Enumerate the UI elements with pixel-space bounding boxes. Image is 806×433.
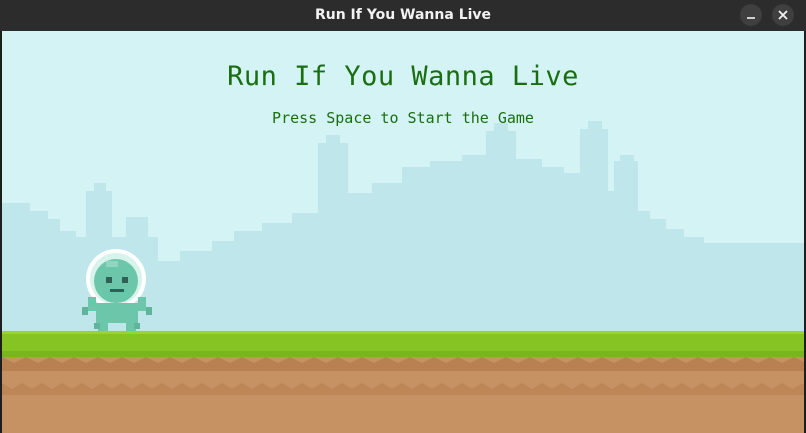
player-mouth xyxy=(110,289,124,292)
start-prompt: Press Space to Start the Game xyxy=(272,109,534,127)
close-icon xyxy=(778,10,788,20)
minimize-icon xyxy=(747,17,755,19)
player-eye-right xyxy=(122,277,128,283)
window-title: Run If You Wanna Live xyxy=(314,7,492,23)
minimize-button[interactable] xyxy=(740,4,762,26)
game-canvas[interactable]: Run If You Wanna Live Press Space to Sta… xyxy=(2,31,804,433)
app-window: Run If You Wanna Live Run If You Wanna L… xyxy=(0,0,806,433)
game-title: Run If You Wanna Live xyxy=(227,61,579,92)
title-bar: Run If You Wanna Live xyxy=(0,0,806,31)
dirt-pattern-2 xyxy=(2,383,804,395)
grass-edge xyxy=(2,351,804,357)
player-eye-left xyxy=(106,277,112,283)
grass-highlight xyxy=(2,331,804,334)
close-button[interactable] xyxy=(772,4,794,26)
